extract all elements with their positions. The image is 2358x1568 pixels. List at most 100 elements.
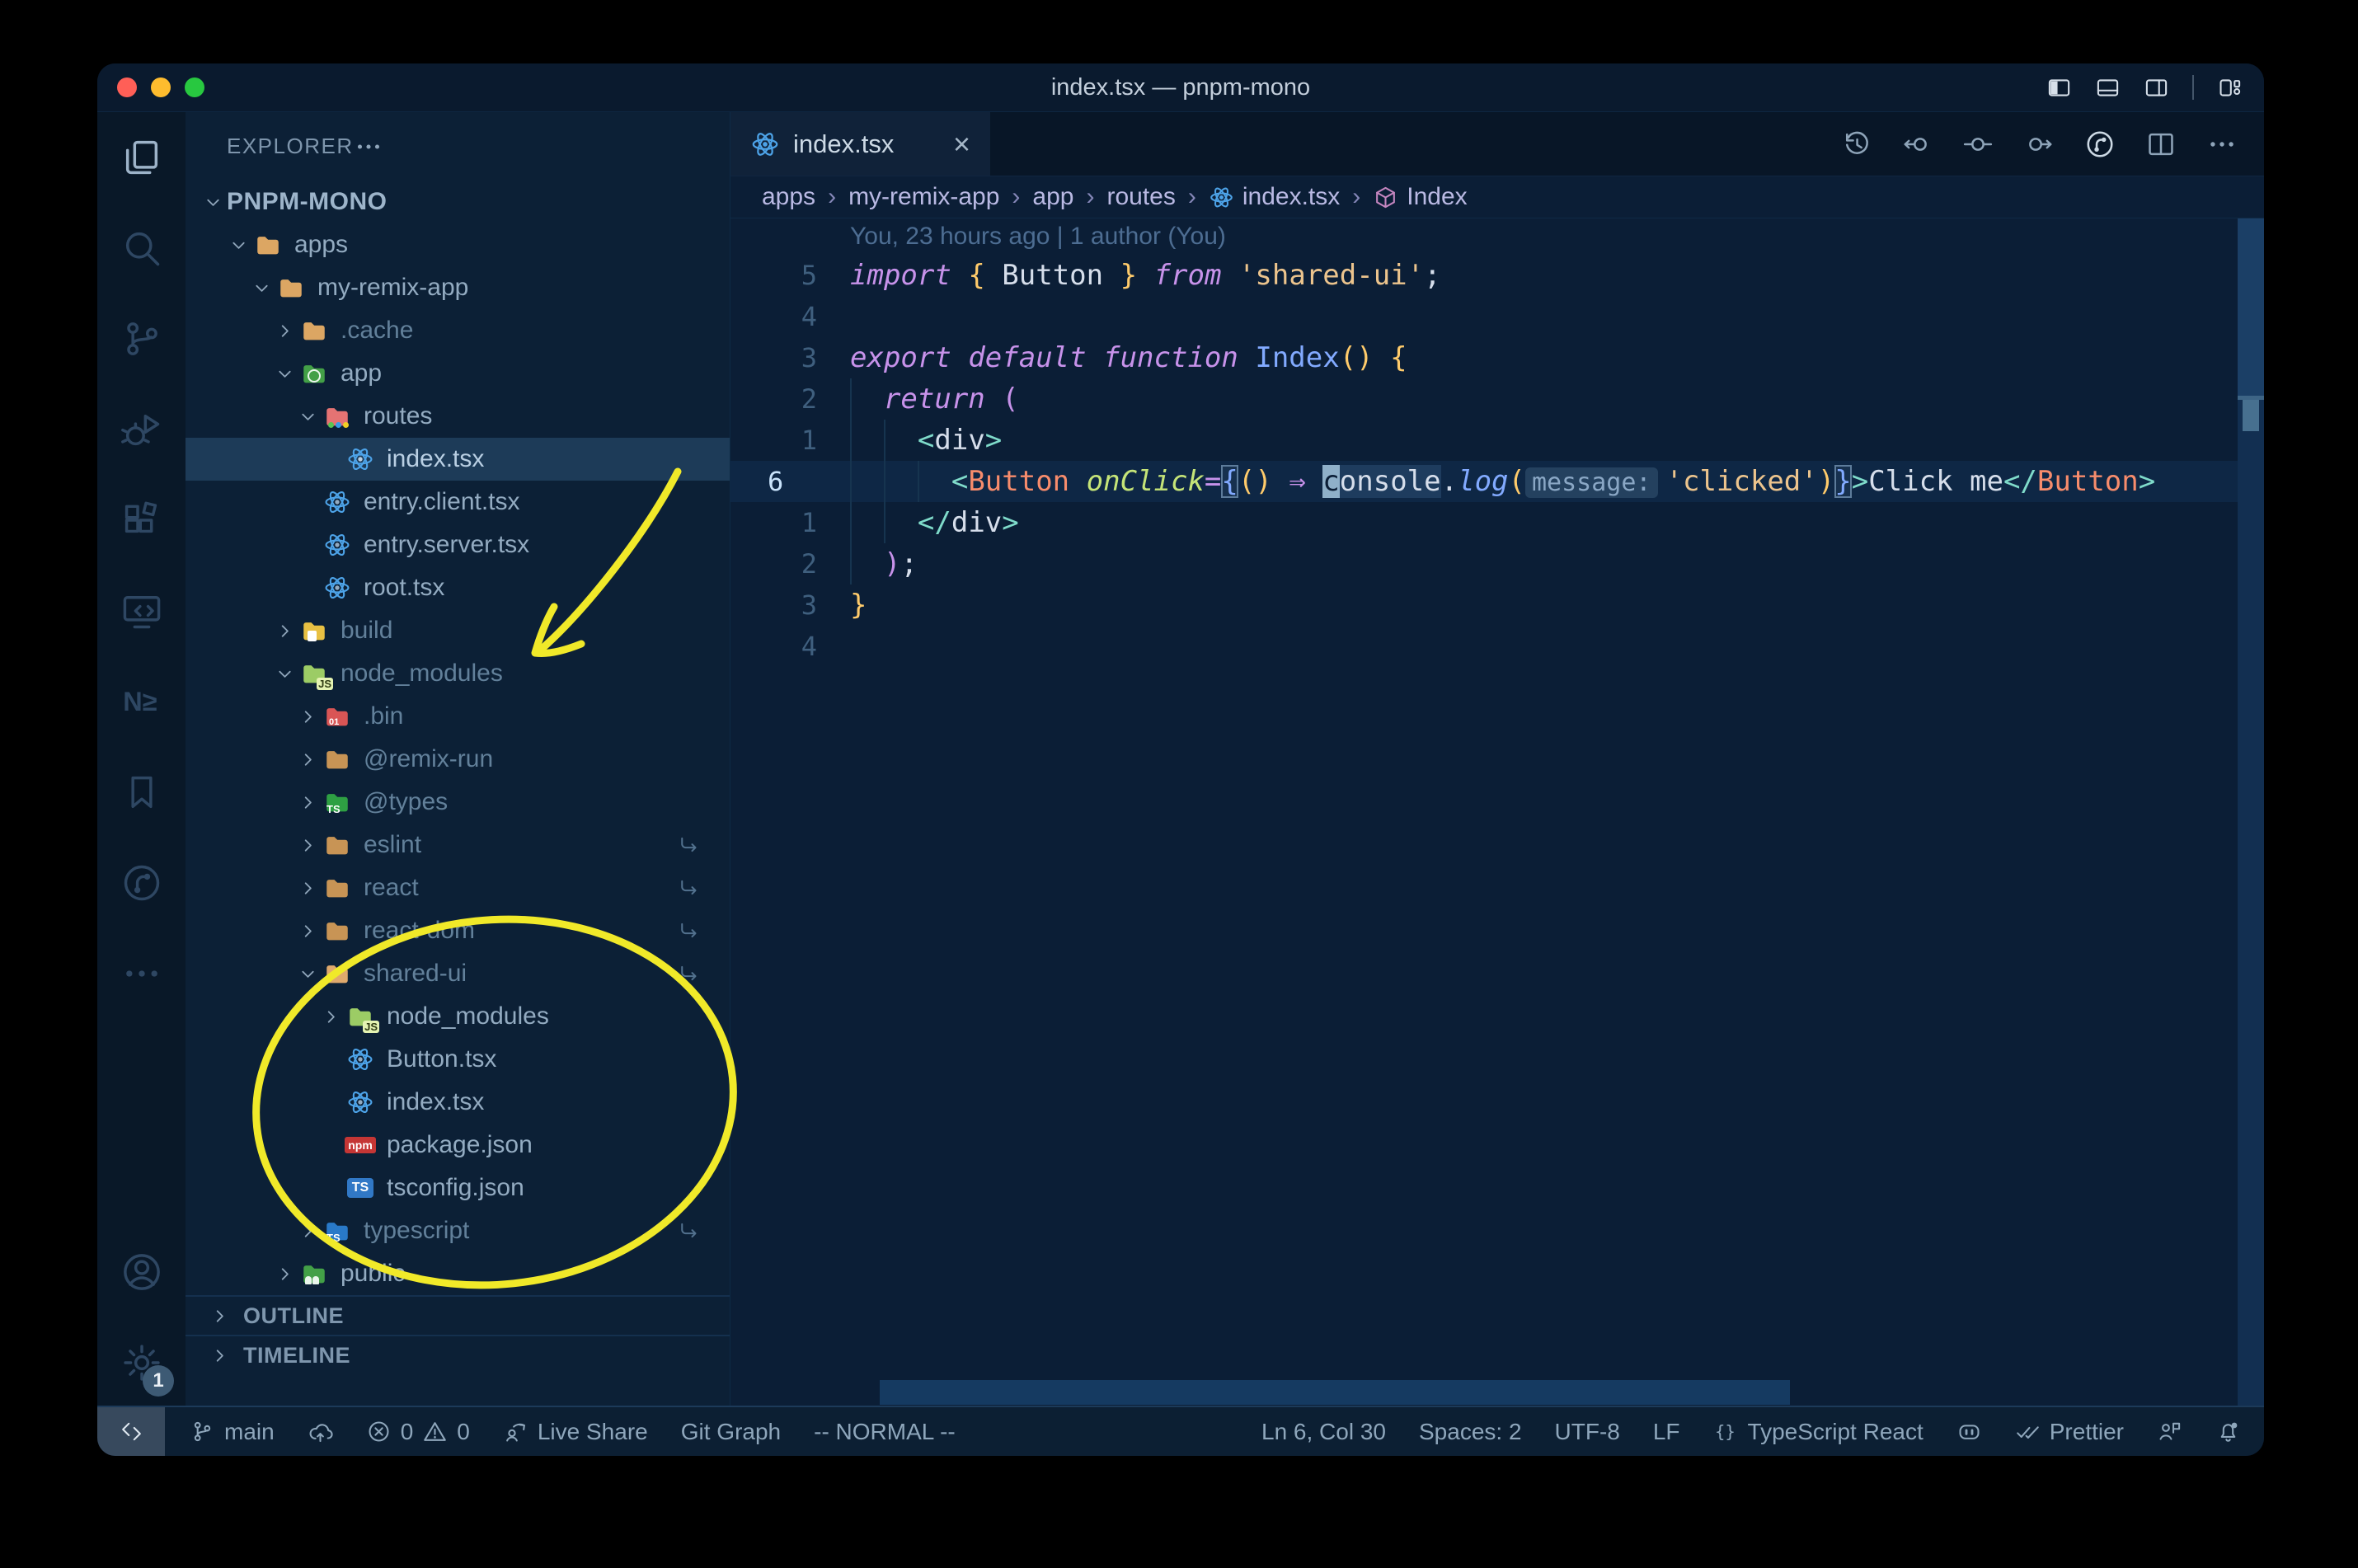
tree-item-typescript[interactable]: TS typescript <box>186 1209 730 1252</box>
status-publish[interactable] <box>308 1419 333 1444</box>
status-problems[interactable]: 00 <box>366 1419 470 1445</box>
tree-item-public[interactable]: public <box>186 1252 730 1295</box>
line-number[interactable]: 3 <box>730 342 850 373</box>
git-graph-icon[interactable] <box>2084 129 2116 160</box>
explorer-actions-icon[interactable] <box>354 132 383 162</box>
tree-item-shared-ui[interactable]: shared-ui <box>186 952 730 995</box>
activity-extensions[interactable] <box>97 475 186 566</box>
tree-item-Button.tsx[interactable]: Button.tsx <box>186 1038 730 1081</box>
line-number[interactable]: 4 <box>730 631 850 662</box>
activity-remote-explorer[interactable] <box>97 566 186 656</box>
tree-item-apps[interactable]: apps <box>186 223 730 266</box>
more-actions-icon[interactable] <box>2206 129 2238 160</box>
tree-item-@types[interactable]: TS @types <box>186 781 730 824</box>
tree-item-node_modules[interactable]: JS node_modules <box>186 995 730 1038</box>
title-bar[interactable]: index.tsx — pnpm-mono <box>97 63 2264 112</box>
code-editor[interactable]: You, 23 hours ago | 1 author (You) 5 impo… <box>730 218 2264 1408</box>
status-live-share[interactable]: Live Share <box>503 1419 648 1445</box>
activity-run-debug[interactable] <box>97 384 186 475</box>
tree-item-index.tsx[interactable]: index.tsx <box>186 438 730 481</box>
line-number[interactable]: 1 <box>730 507 850 538</box>
status-remote-indicator[interactable] <box>97 1407 165 1456</box>
toggle-secondary-sidebar-icon[interactable] <box>2144 75 2169 101</box>
tree-item-.bin[interactable]: 01 .bin <box>186 695 730 738</box>
line-number[interactable]: 1 <box>730 425 850 456</box>
status-prettier[interactable]: Prettier <box>2015 1419 2124 1445</box>
code-line: 2 return ( <box>730 378 2264 420</box>
status-indentation[interactable]: Spaces: 2 <box>1419 1419 1522 1445</box>
status-git-branch[interactable]: main <box>190 1419 275 1445</box>
activity-search[interactable] <box>97 203 186 293</box>
timeline-history-icon[interactable] <box>1840 129 1872 160</box>
tree-item-app[interactable]: app <box>186 352 730 395</box>
breadcrumb-index.tsx[interactable]: index.tsx <box>1209 183 1340 211</box>
toggle-panel-icon[interactable] <box>2095 75 2121 101</box>
tree-item-@remix-run[interactable]: @remix-run <box>186 738 730 781</box>
status-git-graph[interactable]: Git Graph <box>681 1419 781 1445</box>
breadcrumb-apps[interactable]: apps <box>762 183 815 211</box>
minimize-button[interactable] <box>151 77 171 97</box>
tree-item-entry.server.tsx[interactable]: entry.server.tsx <box>186 523 730 566</box>
folder-icon <box>326 837 348 855</box>
tree-item-routes[interactable]: routes <box>186 395 730 438</box>
code-line: 4 <box>730 296 2264 337</box>
toggle-primary-sidebar-icon[interactable] <box>2046 75 2072 101</box>
breadcrumb-Index[interactable]: Index <box>1373 183 1468 211</box>
tree-item-.cache[interactable]: .cache <box>186 309 730 352</box>
status-notifications[interactable] <box>2215 1419 2241 1444</box>
line-number[interactable]: 2 <box>730 548 850 580</box>
status-language-mode[interactable]: {} TypeScript React <box>1713 1419 1923 1445</box>
activity-accounts[interactable] <box>97 1227 186 1317</box>
tree-item-workspace[interactable]: PNPM-MONO <box>186 181 730 223</box>
status-copilot[interactable] <box>1956 1419 1982 1444</box>
nav-forward-icon[interactable] <box>2023 129 2055 160</box>
activity-more-views[interactable] <box>97 928 186 1019</box>
status-cursor-position[interactable]: Ln 6, Col 30 <box>1261 1419 1386 1445</box>
status-encoding[interactable]: UTF-8 <box>1555 1419 1620 1445</box>
tree-item-entry.client.tsx[interactable]: entry.client.tsx <box>186 481 730 523</box>
tree-item-node_modules[interactable]: JS node_modules <box>186 652 730 695</box>
sidebar-section-timeline[interactable]: TIMELINE <box>186 1335 730 1374</box>
vertical-scrollbar[interactable] <box>2238 218 2264 1408</box>
split-editor-icon[interactable] <box>2145 129 2177 160</box>
tree-item-my-remix-app[interactable]: my-remix-app <box>186 266 730 309</box>
nav-back-icon[interactable] <box>1901 129 1933 160</box>
tree-item-index.tsx[interactable]: index.tsx <box>186 1081 730 1124</box>
horizontal-scrollbar[interactable] <box>880 1380 1790 1405</box>
activity-explorer[interactable] <box>97 112 186 203</box>
tab-close-icon[interactable]: × <box>953 129 970 159</box>
line-number[interactable]: 6 <box>730 466 850 497</box>
breadcrumb-routes[interactable]: routes <box>1106 183 1175 211</box>
tree-item-eslint[interactable]: eslint <box>186 824 730 866</box>
activity-settings[interactable]: 1 <box>97 1317 186 1408</box>
tree-item-package.json[interactable]: npm package.json <box>186 1124 730 1167</box>
breadcrumb-my-remix-app[interactable]: my-remix-app <box>848 183 999 211</box>
tab-index-tsx[interactable]: index.tsx × <box>730 112 990 176</box>
activity-bookmarks[interactable] <box>97 747 186 838</box>
tree-item-root.tsx[interactable]: root.tsx <box>186 566 730 609</box>
tree-item-build[interactable]: build <box>186 609 730 652</box>
chevron-right-icon <box>294 877 322 899</box>
tree-item-tsconfig.json[interactable]: TS tsconfig.json <box>186 1167 730 1209</box>
line-number[interactable]: 4 <box>730 301 850 332</box>
zoom-button[interactable] <box>185 77 204 97</box>
line-number[interactable]: 3 <box>730 589 850 621</box>
sidebar-section-outline[interactable]: OUTLINE <box>186 1295 730 1335</box>
chevron-right-icon <box>294 920 322 942</box>
tree-item-react[interactable]: react <box>186 866 730 909</box>
activity-nx-console[interactable]: N≥ <box>97 656 186 747</box>
status-eol[interactable]: LF <box>1653 1419 1680 1445</box>
nav-location-icon[interactable] <box>1962 129 1994 160</box>
chevron-right-icon <box>294 834 322 857</box>
vertical-scrollbar-slider[interactable] <box>2238 218 2264 397</box>
tree-item-react-dom[interactable]: react-dom <box>186 909 730 952</box>
activity-git-graph[interactable] <box>97 838 186 928</box>
activity-source-control[interactable] <box>97 293 186 384</box>
status-feedback[interactable] <box>2157 1419 2182 1444</box>
close-button[interactable] <box>117 77 137 97</box>
status-vim-mode[interactable]: -- NORMAL -- <box>814 1419 956 1445</box>
line-number[interactable]: 2 <box>730 383 850 415</box>
breadcrumb-app[interactable]: app <box>1032 183 1073 211</box>
line-number[interactable]: 5 <box>730 260 850 291</box>
customize-layout-icon[interactable] <box>2217 75 2243 101</box>
